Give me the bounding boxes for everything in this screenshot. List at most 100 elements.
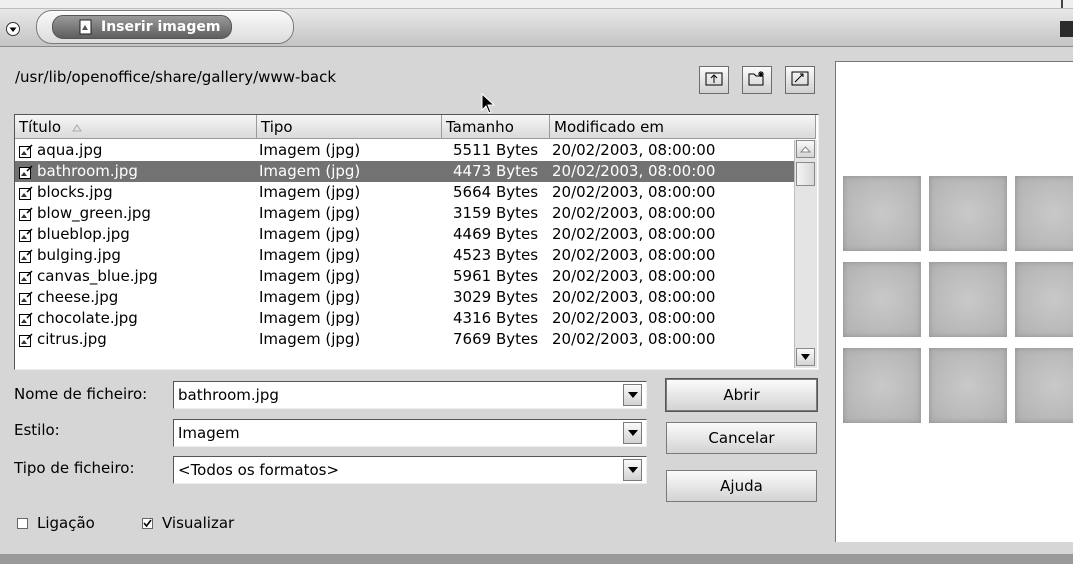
column-header-size[interactable]: Tamanho [442,115,550,139]
file-type: Imagem (jpg) [259,162,361,180]
window-title: Inserir imagem [101,19,221,35]
file-date: 20/02/2003, 08:00:00 [552,246,716,264]
file-date: 20/02/2003, 08:00:00 [552,309,716,327]
preview-tile [929,348,1007,423]
preview-checkbox[interactable] [142,518,153,529]
document-icon [79,19,93,35]
file-date: 20/02/2003, 08:00:00 [552,330,716,348]
link-checkbox[interactable] [17,518,28,529]
image-file-icon [19,206,33,221]
file-type: Imagem (jpg) [259,267,361,285]
column-header-title-label: Título [19,118,62,136]
filetype-select[interactable]: <Todos os formatos> [173,456,647,484]
image-file-icon [19,143,33,158]
bottom-edge [0,554,1073,564]
help-button[interactable]: Ajuda [666,470,817,502]
filename-input[interactable]: bathroom.jpg [173,381,647,409]
default-dir-icon [791,70,809,90]
scroll-down-button[interactable] [796,348,815,366]
preview-tile [929,176,1007,251]
file-size: 3159 Bytes [453,204,539,222]
file-name: canvas_blue.jpg [37,267,158,285]
file-size: 4316 Bytes [453,309,539,327]
file-type: Imagem (jpg) [259,183,361,201]
file-date: 20/02/2003, 08:00:00 [552,267,716,285]
column-header-modified[interactable]: Modificado em [550,115,816,139]
file-size: 7669 Bytes [453,330,539,348]
file-size: 4523 Bytes [453,246,539,264]
file-name: blueblop.jpg [37,225,130,243]
file-row[interactable]: blow_green.jpg Imagem (jpg) 3159 Bytes 20/0… [15,203,794,224]
preview-label[interactable]: Visualizar [162,514,234,532]
checkmark-icon [143,519,152,528]
file-name: chocolate.jpg [37,309,138,327]
file-date: 20/02/2003, 08:00:00 [552,141,716,159]
file-type: Imagem (jpg) [259,204,361,222]
file-row[interactable]: aqua.jpg Imagem (jpg) 5511 Bytes 20/02/2003… [15,140,794,161]
window-menu-icon[interactable] [6,22,20,36]
window-edge-mark [1061,0,1063,8]
file-row[interactable]: blocks.jpg Imagem (jpg) 5664 Bytes 20/02/20… [15,182,794,203]
column-header-type[interactable]: Tipo [257,115,442,139]
file-size: 5961 Bytes [453,267,539,285]
file-row[interactable]: canvas_blue.jpg Imagem (jpg) 5961 Bytes 20/… [15,266,794,287]
file-list[interactable]: Título Tipo Tamanho Modificado em aqua.j… [14,114,819,370]
file-date: 20/02/2003, 08:00:00 [552,225,716,243]
file-row[interactable]: chocolate.jpg Imagem (jpg) 4316 Bytes 20/02… [15,308,794,329]
file-name: bathroom.jpg [37,162,138,180]
open-button[interactable]: Abrir [665,378,818,412]
folder-up-button[interactable] [699,66,729,94]
file-row[interactable]: cheese.jpg Imagem (jpg) 3029 Bytes 20/02/20… [15,287,794,308]
file-name: cheese.jpg [37,288,119,306]
style-label: Estilo: [14,421,60,439]
file-date: 20/02/2003, 08:00:00 [552,183,716,201]
file-size: 3029 Bytes [453,288,539,306]
style-select[interactable]: Imagem [173,419,647,447]
file-name: aqua.jpg [37,141,103,159]
preview-tile [1015,262,1073,337]
file-date: 20/02/2003, 08:00:00 [552,162,716,180]
image-preview [835,61,1073,542]
scroll-up-button[interactable] [796,140,815,158]
file-size: 4469 Bytes [453,225,539,243]
file-row[interactable]: bulging.jpg Imagem (jpg) 4523 Bytes 20/02/2… [15,245,794,266]
file-type: Imagem (jpg) [259,288,361,306]
filename-dropdown-button[interactable] [623,384,642,406]
cancel-button[interactable]: Cancelar [666,422,817,454]
preview-tile [1015,176,1073,251]
image-file-icon [19,311,33,326]
new-folder-button[interactable] [742,66,772,94]
file-type: Imagem (jpg) [259,246,361,264]
sort-ascending-icon [71,115,82,139]
image-file-icon [19,269,33,284]
window-control-icon[interactable] [1060,21,1073,37]
title-bar-top-strip [0,0,1073,9]
file-type: Imagem (jpg) [259,141,361,159]
file-name: citrus.jpg [37,330,107,348]
file-row[interactable]: blueblop.jpg Imagem (jpg) 4469 Bytes 20/02/… [15,224,794,245]
preview-tile [843,176,921,251]
style-dropdown-button[interactable] [623,422,642,444]
preview-tile [843,348,921,423]
filetype-dropdown-button[interactable] [623,459,642,481]
default-directory-button[interactable] [785,66,815,94]
scrollbar-thumb[interactable] [796,162,815,186]
file-size: 5511 Bytes [453,141,539,159]
column-header-title[interactable]: Título [15,115,257,139]
file-type: Imagem (jpg) [259,225,361,243]
filename-label: Nome de ficheiro: [14,385,148,403]
file-name: bulging.jpg [37,246,121,264]
file-row[interactable]: citrus.jpg Imagem (jpg) 7669 Bytes 20/02/20… [15,329,794,350]
image-file-icon [19,227,33,242]
file-type: Imagem (jpg) [259,309,361,327]
folder-up-icon [705,70,723,90]
link-label[interactable]: Ligação [37,514,95,532]
file-row[interactable]: bathroom.jpg Imagem (jpg) 4473 Bytes 20/02/… [15,161,794,182]
file-type: Imagem (jpg) [259,330,361,348]
preview-tile [1015,348,1073,423]
new-folder-icon [748,70,766,90]
image-file-icon [19,185,33,200]
file-size: 4473 Bytes [453,162,539,180]
vertical-scrollbar[interactable] [794,140,817,368]
window-title-tab: Inserir imagem [52,15,232,39]
